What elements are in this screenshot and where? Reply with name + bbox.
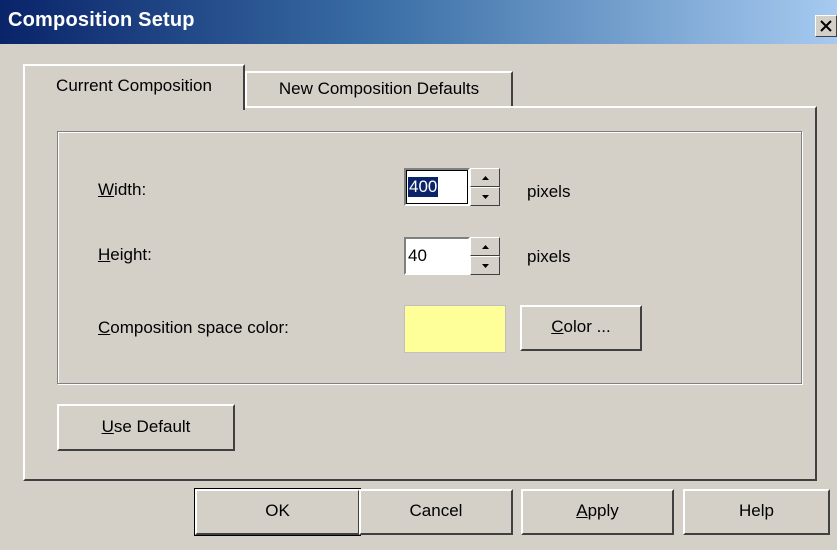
width-spin-down-button[interactable] xyxy=(470,187,500,206)
height-spinner[interactable] xyxy=(470,237,500,275)
composition-space-color-label: Composition space color: xyxy=(98,318,289,338)
color-button-mnemonic: C xyxy=(551,317,564,336)
height-label-mnemonic: H xyxy=(98,245,111,264)
help-button[interactable]: Help xyxy=(683,489,830,535)
width-label: Width: xyxy=(98,180,146,200)
height-spin-up-button[interactable] xyxy=(470,237,500,256)
composition-space-color-swatch xyxy=(404,305,506,353)
triangle-up-icon xyxy=(482,245,489,249)
color-button-label: olor ... xyxy=(563,317,611,336)
apply-label: pply xyxy=(587,501,619,520)
triangle-down-icon xyxy=(482,264,489,268)
color-label-text: omposition space color: xyxy=(110,318,289,337)
height-unit: pixels xyxy=(527,247,571,266)
use-default-mnemonic: U xyxy=(101,417,114,436)
close-button[interactable] xyxy=(815,15,837,37)
close-x-icon xyxy=(820,20,832,32)
title-bar[interactable]: Composition Setup xyxy=(0,0,837,44)
width-label-mnemonic: W xyxy=(98,180,115,199)
tab-label: New Composition Defaults xyxy=(278,79,480,98)
triangle-down-icon xyxy=(482,195,489,199)
width-unit: pixels xyxy=(527,182,571,201)
height-spin-down-button[interactable] xyxy=(470,256,500,275)
width-value: 400 xyxy=(408,177,439,197)
help-label: Help xyxy=(739,501,774,520)
height-label: Height: xyxy=(98,245,152,265)
apply-button[interactable]: Apply xyxy=(521,489,674,535)
ok-label: OK xyxy=(265,501,290,520)
use-default-label: se Default xyxy=(113,417,191,436)
width-spinner[interactable] xyxy=(470,168,500,206)
tab-new-composition-defaults[interactable]: New Composition Defaults xyxy=(245,71,513,107)
use-default-button[interactable]: Use Default xyxy=(57,404,235,451)
tab-current-composition[interactable]: Current Composition xyxy=(23,64,245,110)
cancel-button[interactable]: Cancel xyxy=(359,489,513,535)
width-spin-up-button[interactable] xyxy=(470,168,500,187)
apply-mnemonic: A xyxy=(576,501,588,520)
height-input[interactable]: 40 xyxy=(404,237,470,275)
width-label-text: idth: xyxy=(114,180,147,199)
color-button[interactable]: Color ... xyxy=(520,305,642,351)
tab-label: Current Composition xyxy=(56,76,212,95)
ok-button[interactable]: OK xyxy=(194,488,361,536)
cancel-label: Cancel xyxy=(409,501,463,520)
color-label-mnemonic: C xyxy=(98,318,111,337)
triangle-up-icon xyxy=(482,176,489,180)
height-label-text: eight: xyxy=(110,245,152,264)
height-value: 40 xyxy=(408,246,427,265)
width-input[interactable]: 400 xyxy=(404,168,470,206)
window-title: Composition Setup xyxy=(8,9,195,31)
